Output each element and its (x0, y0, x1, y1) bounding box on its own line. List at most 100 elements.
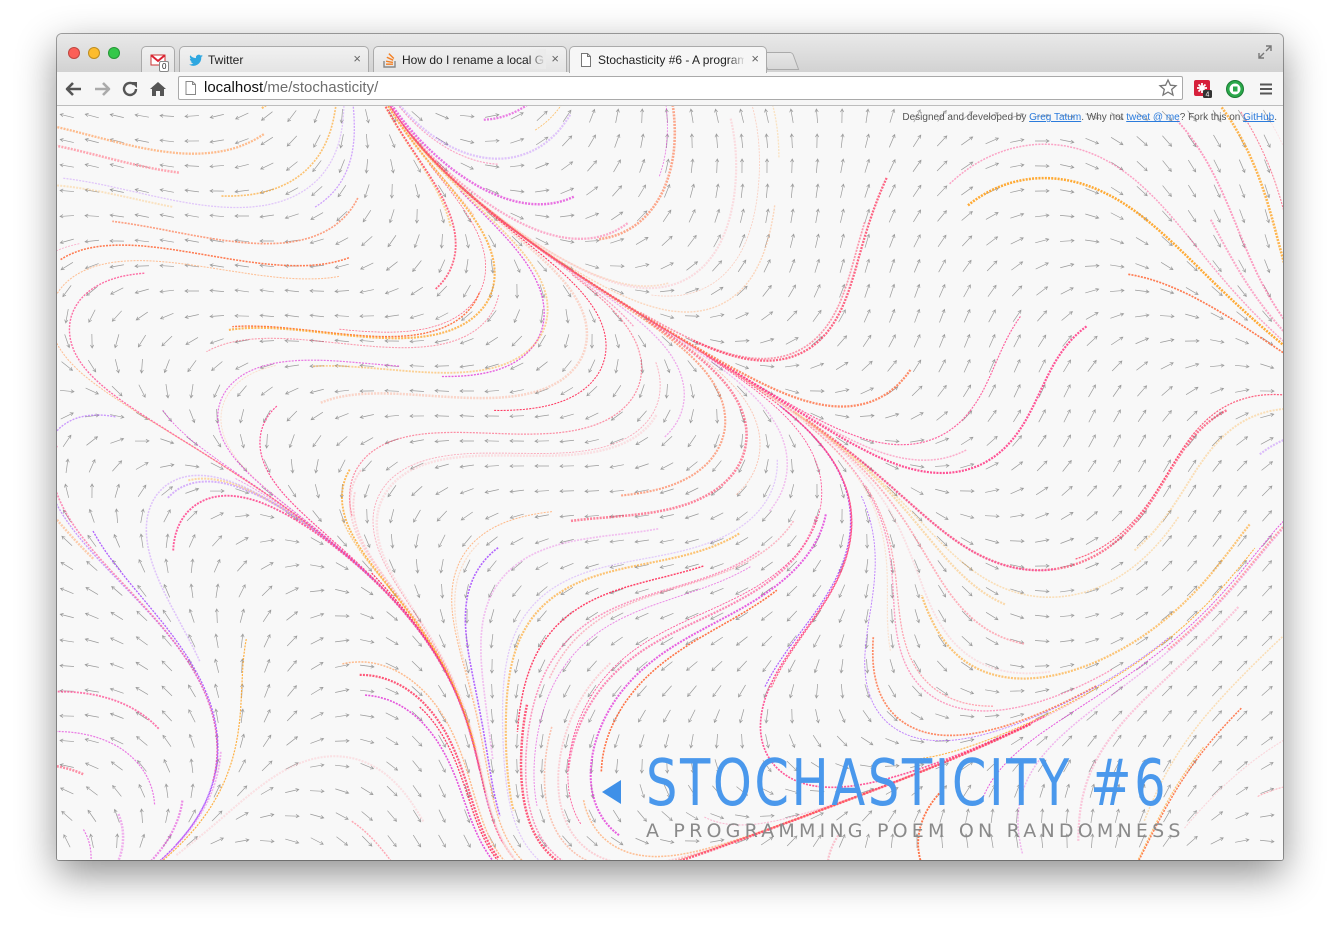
flow-arrow (861, 360, 873, 371)
flow-arrow (214, 633, 219, 648)
flow-arrow (1110, 587, 1124, 595)
reload-icon[interactable] (119, 78, 141, 100)
fullscreen-icon[interactable] (1257, 44, 1273, 60)
flow-arrow (362, 209, 372, 223)
tab-twitter[interactable]: Twitter × (179, 46, 369, 72)
flow-arrow (589, 333, 594, 349)
flow-arrow (240, 708, 245, 723)
flow-curve (259, 405, 504, 844)
flow-arrow (84, 637, 99, 644)
tab-stackoverflow[interactable]: How do I rename a local Git × (373, 46, 567, 72)
flow-arrow (1262, 510, 1273, 522)
flow-arrow (563, 709, 570, 724)
flow-arrow (1239, 209, 1246, 224)
flow-arrow (111, 385, 123, 397)
flow-curve (399, 106, 572, 160)
menu-icon[interactable] (1259, 82, 1273, 96)
flow-arrow (414, 534, 419, 549)
flow-arrow (535, 214, 550, 219)
flow-arrow (1160, 262, 1174, 271)
flow-curve (117, 813, 125, 860)
flow-arrow (914, 584, 921, 599)
flow-arrow (535, 162, 550, 169)
flow-arrow (513, 834, 522, 848)
flow-arrow (510, 137, 525, 144)
flow-curve (483, 106, 528, 121)
github-link[interactable]: GitHub (1243, 112, 1274, 123)
tab-stochasticity[interactable]: Stochasticity #6 - A programming poem × (569, 46, 767, 73)
flow-arrow (439, 233, 444, 249)
flow-arrow (459, 338, 474, 345)
flow-arrow (460, 162, 474, 170)
bookmark-star-icon[interactable] (1158, 78, 1178, 98)
flow-arrow (1036, 286, 1049, 296)
close-window-button[interactable] (68, 47, 80, 59)
flow-arrow (863, 308, 871, 323)
flow-arrow (459, 488, 474, 495)
flow-arrow (1211, 660, 1223, 672)
tab-label: Stochasticity #6 - A programming poem (598, 53, 744, 67)
flow-arrow (190, 783, 195, 798)
flow-arrow (439, 609, 445, 624)
flow-arrow (586, 836, 598, 847)
address-bar[interactable]: localhost/me/stochasticity/ (178, 76, 1183, 100)
flow-arrow (736, 660, 747, 672)
flow-arrow (584, 587, 599, 595)
flow-arrow (1161, 560, 1173, 572)
maximize-window-button[interactable] (108, 47, 120, 59)
back-arrow-icon[interactable] (602, 780, 621, 804)
flow-arrow (59, 238, 74, 245)
flow-arrow (214, 683, 220, 698)
flow-arrow (586, 385, 598, 397)
flow-arrow (815, 233, 820, 248)
flow-arrow (1059, 238, 1075, 243)
extension-red-icon[interactable]: 4 (1193, 79, 1213, 99)
flow-arrow (938, 359, 946, 373)
flow-arrow (610, 237, 625, 244)
tab-gmail[interactable]: 0 (141, 46, 175, 72)
flow-arrow (210, 512, 224, 520)
home-icon[interactable] (147, 78, 169, 100)
tab-close-icon[interactable]: × (751, 51, 759, 66)
flow-arrow (686, 261, 699, 271)
flow-curve (352, 492, 517, 860)
flow-arrow (59, 713, 75, 718)
flow-arrow (462, 535, 472, 547)
forward-icon[interactable] (91, 78, 113, 100)
flow-arrow (515, 283, 520, 299)
flow-arrow (664, 183, 671, 198)
minimize-window-button[interactable] (88, 47, 100, 59)
flow-arrow (1060, 287, 1074, 295)
flow-curve (1075, 393, 1283, 560)
flow-curve (175, 755, 425, 856)
flow-arrow (459, 114, 475, 119)
flow-arrow (814, 258, 821, 273)
flow-curve (228, 106, 496, 340)
tab-close-icon[interactable]: × (353, 51, 361, 66)
extension-green-icon[interactable] (1225, 79, 1245, 99)
flow-arrow (389, 183, 394, 199)
flow-arrow (189, 409, 196, 424)
flow-arrow (87, 809, 97, 822)
flow-arrow (685, 461, 698, 471)
tab-close-icon[interactable]: × (551, 51, 559, 66)
back-icon[interactable] (63, 78, 85, 100)
flow-arrow (789, 108, 794, 123)
flow-arrow (1113, 434, 1121, 448)
flow-arrow (661, 685, 672, 697)
flow-arrow (963, 384, 972, 398)
flow-arrow (1111, 510, 1123, 522)
flow-arrow (385, 712, 399, 720)
flow-arrow (335, 562, 349, 570)
flow-arrow (559, 439, 574, 444)
url-text[interactable]: localhost/me/stochasticity/ (204, 79, 378, 96)
flow-curve (341, 469, 477, 750)
flow-arrow (937, 560, 947, 573)
flow-arrow (111, 585, 123, 596)
flow-arrow (434, 364, 450, 369)
flow-arrow (59, 138, 74, 143)
author-link[interactable]: Greg Tatum (1029, 112, 1081, 123)
tweet-link[interactable]: tweet @ me (1126, 112, 1180, 123)
flow-arrow (790, 183, 795, 198)
flow-arrow (60, 561, 74, 570)
